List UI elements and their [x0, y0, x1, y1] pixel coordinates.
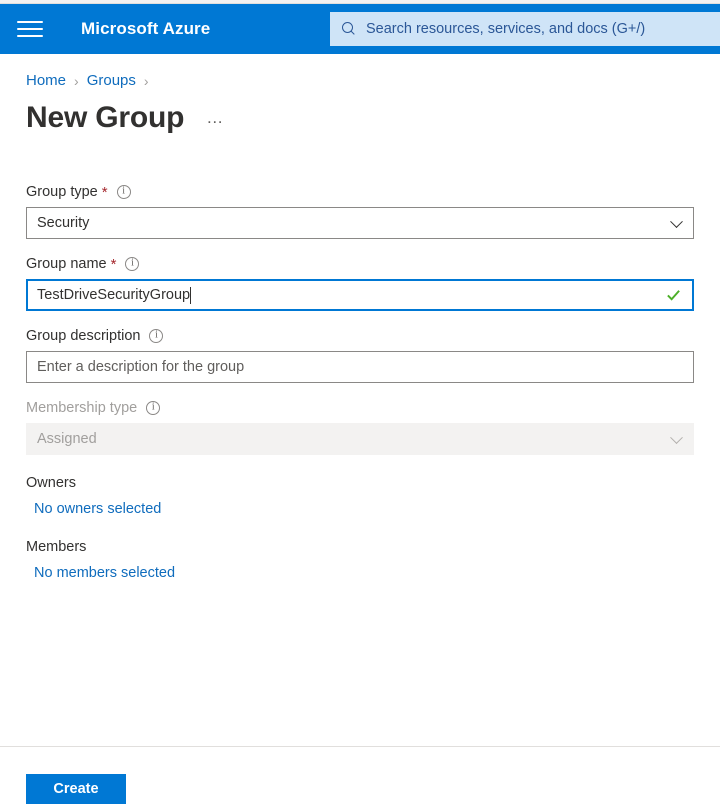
group-name-value: TestDriveSecurityGroup: [37, 287, 191, 303]
required-indicator: *: [101, 183, 108, 201]
checkmark-icon: [667, 290, 680, 301]
hamburger-bar: [17, 35, 43, 37]
owners-label: Owners: [26, 475, 76, 491]
new-group-form: Group type * i Security Group name * i T…: [0, 184, 720, 581]
required-indicator: *: [110, 255, 117, 273]
page-title: New Group: [26, 101, 185, 134]
info-icon[interactable]: i: [149, 329, 164, 343]
group-type-value: Security: [37, 215, 90, 231]
field-membership-type: Membership type i Assigned: [26, 400, 694, 455]
search-icon: [341, 21, 357, 37]
membership-type-label-row: Membership type i: [26, 400, 694, 416]
section-members: Members No members selected: [26, 539, 694, 581]
group-name-label: Group name: [26, 256, 107, 272]
field-group-type: Group type * i Security: [26, 184, 694, 239]
chevron-down-icon: [670, 431, 683, 445]
breadcrumb-item-groups[interactable]: Groups: [87, 72, 136, 89]
membership-type-label: Membership type: [26, 400, 138, 416]
info-icon[interactable]: i: [116, 185, 131, 199]
info-icon[interactable]: i: [146, 401, 161, 415]
text-caret: [190, 286, 192, 304]
more-actions-icon[interactable]: …: [206, 108, 224, 134]
breadcrumb: Home › Groups ›: [26, 72, 720, 89]
membership-type-value: Assigned: [37, 431, 97, 447]
chevron-down-icon: [670, 215, 683, 229]
group-description-label-row: Group description i: [26, 328, 694, 344]
group-name-input[interactable]: TestDriveSecurityGroup: [26, 279, 694, 311]
hamburger-bar: [17, 21, 43, 23]
info-icon[interactable]: i: [125, 257, 140, 271]
search-placeholder: Search resources, services, and docs (G+…: [366, 21, 646, 37]
group-type-label: Group type: [26, 184, 98, 200]
azure-top-navigation-bar: Microsoft Azure Search resources, servic…: [0, 4, 720, 54]
footer-divider: [0, 746, 720, 747]
group-type-dropdown[interactable]: Security: [26, 207, 694, 239]
breadcrumb-separator-icon: ›: [143, 72, 149, 89]
group-description-label: Group description: [26, 328, 141, 344]
page-title-row: New Group …: [26, 101, 720, 134]
create-button[interactable]: Create: [26, 774, 126, 804]
group-description-placeholder: Enter a description for the group: [37, 359, 245, 375]
members-label: Members: [26, 539, 87, 555]
page-content: Home › Groups › New Group … Group type *…: [0, 72, 720, 804]
hamburger-bar: [17, 28, 43, 30]
field-group-name: Group name * i TestDriveSecurityGroup: [26, 256, 694, 311]
section-owners: Owners No owners selected: [26, 475, 694, 517]
group-type-label-row: Group type * i: [26, 184, 694, 200]
brand-title[interactable]: Microsoft Azure: [81, 19, 210, 39]
global-search-input[interactable]: Search resources, services, and docs (G+…: [330, 12, 720, 46]
group-name-label-row: Group name * i: [26, 256, 694, 272]
owners-select-link[interactable]: No owners selected: [34, 501, 694, 517]
membership-type-dropdown: Assigned: [26, 423, 694, 455]
breadcrumb-item-home[interactable]: Home: [26, 72, 66, 89]
breadcrumb-separator-icon: ›: [74, 72, 79, 89]
hamburger-menu-icon[interactable]: [17, 18, 43, 40]
members-select-link[interactable]: No members selected: [34, 565, 694, 581]
field-group-description: Group description i Enter a description …: [26, 328, 694, 383]
group-description-input[interactable]: Enter a description for the group: [26, 351, 694, 383]
